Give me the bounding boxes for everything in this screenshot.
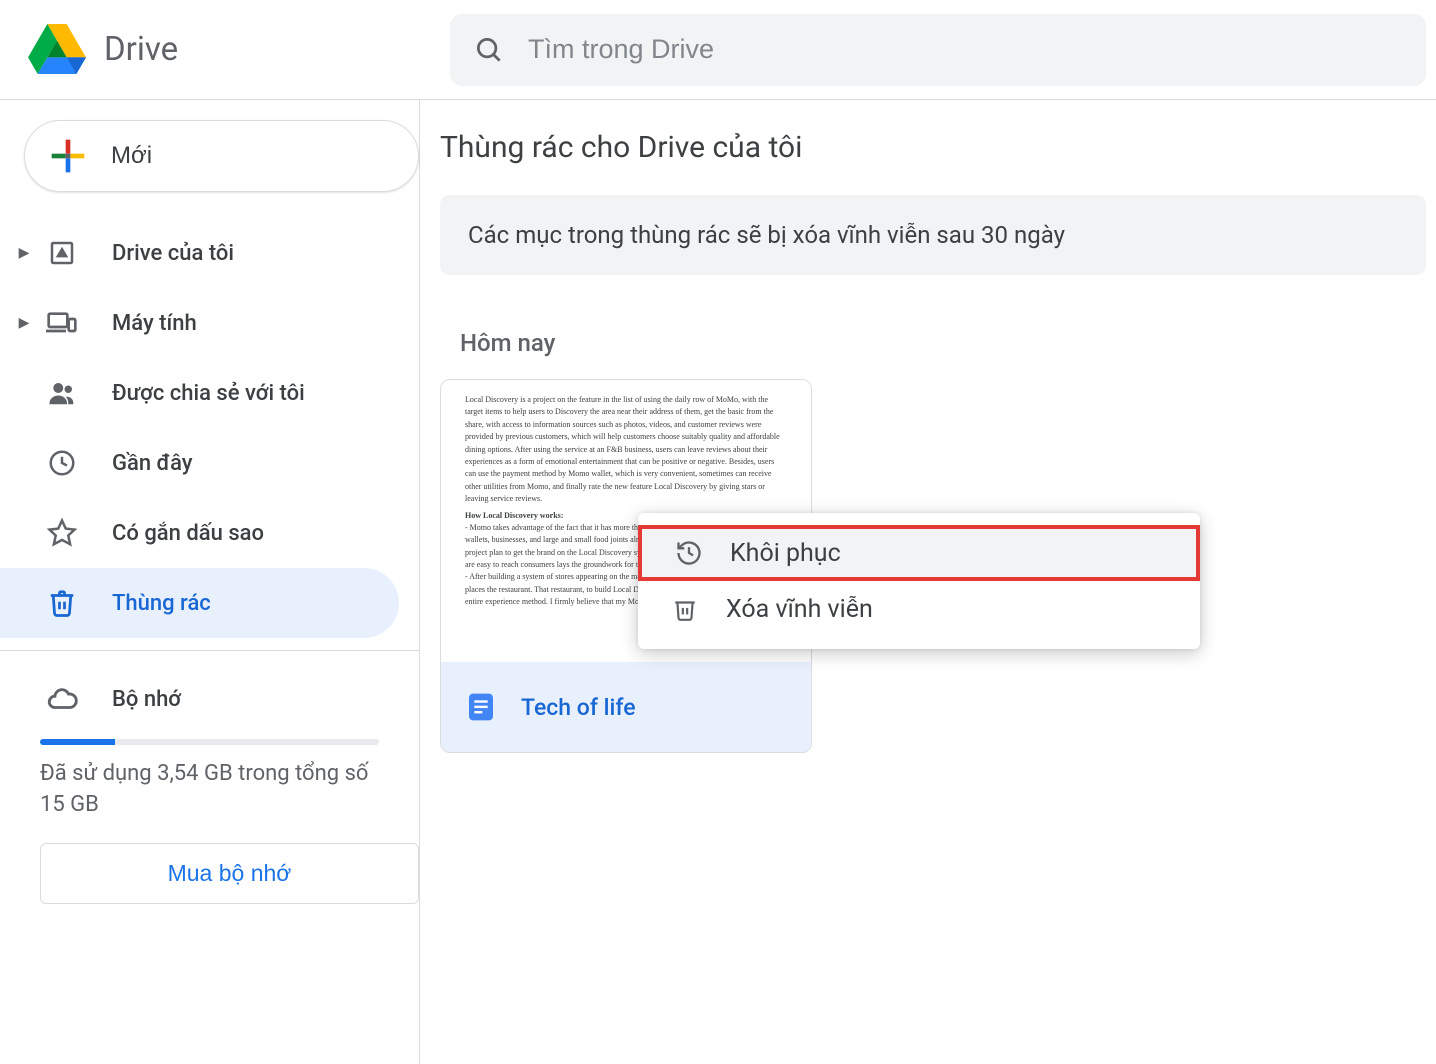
star-icon [40,518,84,548]
section-header: Hôm nay [460,329,1436,357]
plus-icon [47,135,89,177]
storage-label: Bộ nhớ [112,687,181,712]
clock-icon [40,448,84,478]
expand-icon[interactable]: ▶ [14,245,34,261]
docs-icon [465,691,497,723]
search-bar[interactable] [450,14,1426,86]
restore-icon [670,539,708,567]
sidebar-item-storage[interactable]: Bộ nhớ [0,667,419,731]
drive-icon [40,238,84,268]
people-icon [40,378,84,408]
menu-restore[interactable]: Khôi phục [638,525,1200,581]
sidebar-item-label: Gần đây [112,451,193,476]
sidebar: Mới ▶ Drive của tôi ▶ Máy tính [0,100,420,1064]
buy-storage-button[interactable]: Mua bộ nhớ [40,843,419,904]
storage-progress [40,739,379,745]
new-button-label: Mới [111,142,152,170]
sidebar-item-label: Được chia sẻ với tôi [112,381,305,406]
content-area: Thùng rác cho Drive của tôi Các mục tron… [420,100,1436,1064]
drive-logo-icon [28,24,86,76]
search-icon [474,35,504,65]
sidebar-item-label: Drive của tôi [112,241,234,266]
devices-icon [40,307,84,339]
menu-delete-forever[interactable]: Xóa vĩnh viễn [638,581,1200,637]
trash-icon [666,596,704,622]
context-menu: Khôi phục Xóa vĩnh viễn [638,513,1200,649]
sidebar-item-starred[interactable]: Có gắn dấu sao [0,498,399,568]
sidebar-item-my-drive[interactable]: ▶ Drive của tôi [0,218,399,288]
new-button[interactable]: Mới [24,120,419,192]
menu-item-label: Khôi phục [730,539,841,568]
file-name: Tech of life [521,694,636,721]
file-footer: Tech of life [441,662,811,752]
sidebar-item-trash[interactable]: Thùng rác [0,568,399,638]
storage-usage-text: Đã sử dụng 3,54 GB trong tổng số 15 GB [40,759,379,821]
search-input[interactable] [528,34,1402,65]
cloud-icon [40,682,84,716]
trash-info-banner: Các mục trong thùng rác sẽ bị xóa vĩnh v… [440,195,1426,275]
sidebar-item-label: Máy tính [112,311,197,336]
sidebar-item-computers[interactable]: ▶ Máy tính [0,288,399,358]
app-name: Drive [104,30,178,69]
sidebar-item-shared[interactable]: Được chia sẻ với tôi [0,358,399,428]
sidebar-item-recent[interactable]: Gần đây [0,428,399,498]
sidebar-item-label: Thùng rác [112,591,211,616]
menu-item-label: Xóa vĩnh viễn [726,595,873,624]
logo-area[interactable]: Drive [0,24,450,76]
page-title: Thùng rác cho Drive của tôi [440,100,1436,195]
trash-icon [40,588,84,618]
sidebar-item-label: Có gắn dấu sao [112,521,264,546]
expand-icon[interactable]: ▶ [14,315,34,331]
divider [0,650,419,651]
